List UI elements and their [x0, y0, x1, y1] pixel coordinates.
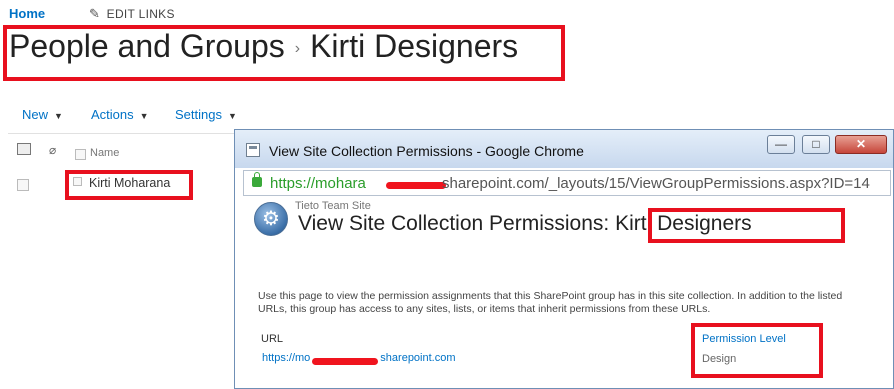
actions-menu[interactable]: Actions ▼ [91, 107, 149, 122]
heading-prefix: View Site Collection Permissions: [298, 212, 610, 235]
home-link[interactable]: Home [9, 6, 45, 21]
actions-label: Actions [91, 107, 134, 122]
caret-down-icon: ▼ [139, 111, 149, 121]
chrome-popup-window: View Site Collection Permissions - Googl… [234, 129, 894, 389]
address-url-start: https://mohara [270, 175, 366, 192]
address-url-rest: sharepoint.com/_layouts/15/ViewGroupPerm… [442, 175, 870, 192]
caret-down-icon: ▼ [227, 111, 237, 121]
edit-links-button[interactable]: ✎ EDIT LINKS [89, 6, 175, 22]
edit-links-label: EDIT LINKS [106, 7, 175, 21]
url-start: https://mo [262, 352, 311, 364]
name-header-checkbox[interactable] [75, 149, 86, 160]
maximize-button[interactable]: □ [802, 135, 830, 154]
close-button[interactable]: ✕ [835, 135, 887, 154]
url-end: sharepoint.com [380, 352, 456, 364]
new-menu[interactable]: New ▼ [22, 107, 63, 122]
new-label: New [22, 107, 49, 122]
site-url-link[interactable]: https://mo sharepoint.com [262, 352, 456, 365]
row-checkbox[interactable] [17, 179, 29, 191]
window-titlebar[interactable]: View Site Collection Permissions - Googl… [235, 130, 893, 168]
caret-down-icon: ▼ [54, 111, 63, 121]
redaction-mark [386, 182, 446, 189]
site-name[interactable]: Tieto Team Site [295, 200, 371, 212]
pencil-icon: ✎ [89, 6, 101, 21]
select-all-icon[interactable] [17, 143, 31, 155]
name-column-header[interactable]: Name [90, 147, 119, 159]
attachment-icon: ⌀ [49, 143, 57, 157]
url-column-header: URL [261, 333, 284, 345]
settings-menu[interactable]: Settings ▼ [175, 107, 237, 122]
highlight-box-permission [691, 323, 823, 378]
highlight-box-person [65, 170, 193, 200]
description-text: Use this page to view the permission ass… [258, 290, 843, 315]
window-icon [246, 143, 260, 157]
highlight-box-title [3, 25, 565, 81]
address-bar[interactable]: https://mohara sharepoint.com/_layouts/1… [243, 170, 891, 196]
settings-label: Settings [175, 107, 222, 122]
highlight-box-heading [648, 208, 845, 243]
window-title: View Site Collection Permissions - Googl… [269, 143, 584, 159]
toolbar-divider [8, 133, 234, 134]
lock-icon [252, 172, 262, 187]
minimize-button[interactable]: — [767, 135, 795, 154]
site-logo-icon[interactable] [254, 202, 288, 236]
